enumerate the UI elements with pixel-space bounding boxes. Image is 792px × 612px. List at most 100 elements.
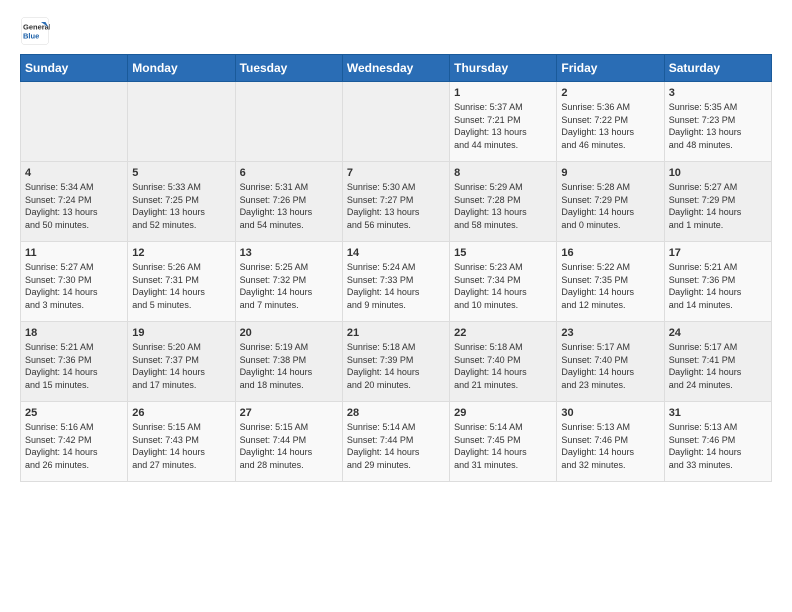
day-info: Sunrise: 5:14 AM Sunset: 7:44 PM Dayligh…	[347, 421, 445, 471]
header: General Blue	[20, 16, 772, 46]
calendar-cell: 13 Sunrise: 5:25 AM Sunset: 7:32 PM Dayli…	[235, 242, 342, 322]
logo: General Blue	[20, 16, 50, 46]
calendar-cell: 12 Sunrise: 5:26 AM Sunset: 7:31 PM Dayli…	[128, 242, 235, 322]
calendar-cell: 27Sunrise: 5:15 AM Sunset: 7:44 PM Dayli…	[235, 402, 342, 482]
day-number: 26	[132, 407, 230, 419]
day-number: 25	[25, 407, 123, 419]
day-info: Sunrise: 5:15 AM Sunset: 7:43 PM Dayligh…	[132, 421, 230, 471]
header-tuesday: Tuesday	[235, 55, 342, 82]
day-number: 10	[669, 167, 767, 179]
day-info: Sunrise: 5:13 AM Sunset: 7:46 PM Dayligh…	[669, 421, 767, 471]
calendar-cell: 21 Sunrise: 5:18 AM Sunset: 7:39 PM Dayli…	[342, 322, 449, 402]
calendar-cell: 6Sunrise: 5:31 AM Sunset: 7:26 PM Daylig…	[235, 162, 342, 242]
day-info: Sunrise: 5:36 AM Sunset: 7:22 PM Dayligh…	[561, 101, 659, 151]
day-info: Sunrise: 5:13 AM Sunset: 7:46 PM Dayligh…	[561, 421, 659, 471]
day-info: Sunrise: 5:37 AM Sunset: 7:21 PM Dayligh…	[454, 101, 552, 151]
day-number: 2	[561, 87, 659, 99]
header-wednesday: Wednesday	[342, 55, 449, 82]
calendar-cell: 9 Sunrise: 5:28 AM Sunset: 7:29 PM Daylig…	[557, 162, 664, 242]
day-number: 27	[240, 407, 338, 419]
day-number: 22	[454, 327, 552, 339]
day-number: 23	[561, 327, 659, 339]
day-number: 29	[454, 407, 552, 419]
calendar-cell: 5 Sunrise: 5:33 AM Sunset: 7:25 PM Daylig…	[128, 162, 235, 242]
calendar-cell: 20 Sunrise: 5:19 AM Sunset: 7:38 PM Dayli…	[235, 322, 342, 402]
day-info: Sunrise: 5:23 AM Sunset: 7:34 PM Dayligh…	[454, 261, 552, 311]
day-info: Sunrise: 5:29 AM Sunset: 7:28 PM Dayligh…	[454, 181, 552, 231]
calendar-cell: 22 Sunrise: 5:18 AM Sunset: 7:40 PM Dayli…	[450, 322, 557, 402]
day-number: 21	[347, 327, 445, 339]
day-number: 3	[669, 87, 767, 99]
calendar-cell: 19 Sunrise: 5:20 AM Sunset: 7:37 PM Dayli…	[128, 322, 235, 402]
day-info: Sunrise: 5:18 AM Sunset: 7:39 PM Dayligh…	[347, 341, 445, 391]
day-info: Sunrise: 5:17 AM Sunset: 7:40 PM Dayligh…	[561, 341, 659, 391]
day-number: 16	[561, 247, 659, 259]
day-info: Sunrise: 5:25 AM Sunset: 7:32 PM Dayligh…	[240, 261, 338, 311]
day-info: Sunrise: 5:16 AM Sunset: 7:42 PM Dayligh…	[25, 421, 123, 471]
calendar-cell: 29 Sunrise: 5:14 AM Sunset: 7:45 PM Dayli…	[450, 402, 557, 482]
calendar-table: SundayMondayTuesdayWednesdayThursdayFrid…	[20, 54, 772, 482]
day-info: Sunrise: 5:27 AM Sunset: 7:30 PM Dayligh…	[25, 261, 123, 311]
day-number: 8	[454, 167, 552, 179]
week-row-4: 18 Sunrise: 5:21 AM Sunset: 7:36 PM Dayli…	[21, 322, 772, 402]
day-info: Sunrise: 5:28 AM Sunset: 7:29 PM Dayligh…	[561, 181, 659, 231]
calendar-cell: 10 Sunrise: 5:27 AM Sunset: 7:29 PM Dayli…	[664, 162, 771, 242]
day-number: 9	[561, 167, 659, 179]
day-number: 31	[669, 407, 767, 419]
calendar-cell: 26 Sunrise: 5:15 AM Sunset: 7:43 PM Dayli…	[128, 402, 235, 482]
calendar-cell	[342, 82, 449, 162]
day-info: Sunrise: 5:14 AM Sunset: 7:45 PM Dayligh…	[454, 421, 552, 471]
day-info: Sunrise: 5:18 AM Sunset: 7:40 PM Dayligh…	[454, 341, 552, 391]
calendar-cell: 24 Sunrise: 5:17 AM Sunset: 7:41 PM Dayli…	[664, 322, 771, 402]
week-row-1: 1 Sunrise: 5:37 AM Sunset: 7:21 PM Daylig…	[21, 82, 772, 162]
day-number: 15	[454, 247, 552, 259]
day-info: Sunrise: 5:30 AM Sunset: 7:27 PM Dayligh…	[347, 181, 445, 231]
day-number: 7	[347, 167, 445, 179]
day-info: Sunrise: 5:33 AM Sunset: 7:25 PM Dayligh…	[132, 181, 230, 231]
calendar-cell: 4 Sunrise: 5:34 AM Sunset: 7:24 PM Daylig…	[21, 162, 128, 242]
calendar-cell	[128, 82, 235, 162]
calendar-cell: 31 Sunrise: 5:13 AM Sunset: 7:46 PM Dayli…	[664, 402, 771, 482]
day-info: Sunrise: 5:31 AM Sunset: 7:26 PM Dayligh…	[240, 181, 338, 231]
calendar-cell: 23 Sunrise: 5:17 AM Sunset: 7:40 PM Dayli…	[557, 322, 664, 402]
day-number: 18	[25, 327, 123, 339]
day-number: 5	[132, 167, 230, 179]
day-info: Sunrise: 5:21 AM Sunset: 7:36 PM Dayligh…	[669, 261, 767, 311]
day-number: 12	[132, 247, 230, 259]
day-number: 14	[347, 247, 445, 259]
header-friday: Friday	[557, 55, 664, 82]
calendar-cell: 15 Sunrise: 5:23 AM Sunset: 7:34 PM Dayli…	[450, 242, 557, 322]
calendar-cell: 18 Sunrise: 5:21 AM Sunset: 7:36 PM Dayli…	[21, 322, 128, 402]
calendar-cell: 2 Sunrise: 5:36 AM Sunset: 7:22 PM Daylig…	[557, 82, 664, 162]
day-info: Sunrise: 5:21 AM Sunset: 7:36 PM Dayligh…	[25, 341, 123, 391]
week-row-3: 11 Sunrise: 5:27 AM Sunset: 7:30 PM Dayli…	[21, 242, 772, 322]
day-number: 13	[240, 247, 338, 259]
day-number: 17	[669, 247, 767, 259]
week-row-2: 4 Sunrise: 5:34 AM Sunset: 7:24 PM Daylig…	[21, 162, 772, 242]
day-number: 28	[347, 407, 445, 419]
calendar-cell: 25 Sunrise: 5:16 AM Sunset: 7:42 PM Dayli…	[21, 402, 128, 482]
calendar-cell: 7 Sunrise: 5:30 AM Sunset: 7:27 PM Daylig…	[342, 162, 449, 242]
day-info: Sunrise: 5:17 AM Sunset: 7:41 PM Dayligh…	[669, 341, 767, 391]
day-number: 11	[25, 247, 123, 259]
day-info: Sunrise: 5:20 AM Sunset: 7:37 PM Dayligh…	[132, 341, 230, 391]
day-number: 4	[25, 167, 123, 179]
calendar-cell: 17 Sunrise: 5:21 AM Sunset: 7:36 PM Dayli…	[664, 242, 771, 322]
calendar-cell: 8 Sunrise: 5:29 AM Sunset: 7:28 PM Daylig…	[450, 162, 557, 242]
header-thursday: Thursday	[450, 55, 557, 82]
day-info: Sunrise: 5:27 AM Sunset: 7:29 PM Dayligh…	[669, 181, 767, 231]
day-number: 1	[454, 87, 552, 99]
calendar-header-row: SundayMondayTuesdayWednesdayThursdayFrid…	[21, 55, 772, 82]
day-number: 19	[132, 327, 230, 339]
calendar-cell: 30Sunrise: 5:13 AM Sunset: 7:46 PM Dayli…	[557, 402, 664, 482]
day-info: Sunrise: 5:22 AM Sunset: 7:35 PM Dayligh…	[561, 261, 659, 311]
day-info: Sunrise: 5:26 AM Sunset: 7:31 PM Dayligh…	[132, 261, 230, 311]
calendar-cell: 28 Sunrise: 5:14 AM Sunset: 7:44 PM Dayli…	[342, 402, 449, 482]
day-info: Sunrise: 5:34 AM Sunset: 7:24 PM Dayligh…	[25, 181, 123, 231]
day-info: Sunrise: 5:19 AM Sunset: 7:38 PM Dayligh…	[240, 341, 338, 391]
day-number: 24	[669, 327, 767, 339]
logo-icon: General Blue	[20, 16, 50, 46]
calendar-cell	[235, 82, 342, 162]
day-number: 20	[240, 327, 338, 339]
day-info: Sunrise: 5:35 AM Sunset: 7:23 PM Dayligh…	[669, 101, 767, 151]
